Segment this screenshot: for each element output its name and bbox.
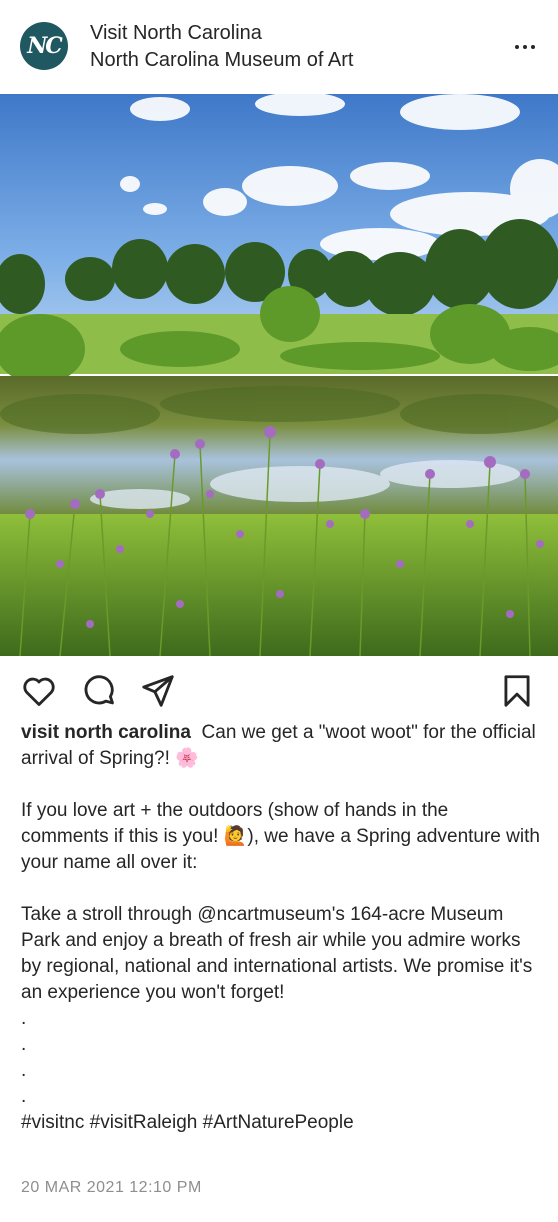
caption-dot: . <box>21 1086 27 1107</box>
comment-icon[interactable] <box>80 672 118 710</box>
caption-username[interactable]: visit north carolina <box>21 722 191 743</box>
caption-dot: . <box>21 1008 27 1029</box>
bookmark-icon[interactable] <box>498 672 536 710</box>
caption-dot: . <box>21 1060 27 1081</box>
post-actions <box>0 656 558 718</box>
avatar[interactable]: NC <box>20 22 68 70</box>
paper-plane-icon[interactable] <box>139 672 177 710</box>
account-info: Visit North Carolina North Carolina Muse… <box>90 20 353 74</box>
post-caption: visit north carolina Can we get a "woot … <box>21 720 541 1136</box>
account-name[interactable]: Visit North Carolina <box>90 20 353 47</box>
post-timestamp: 20 MAR 2021 12:10 PM <box>21 1179 202 1196</box>
caption-hashtags[interactable]: #visitnc #visitRaleigh #ArtNaturePeople <box>21 1110 541 1136</box>
heart-icon[interactable] <box>20 672 58 710</box>
more-options-icon[interactable] <box>510 32 540 62</box>
location-link[interactable]: North Carolina Museum of Art <box>90 47 353 74</box>
caption-para2: If you love art + the outdoors (show of … <box>21 800 540 873</box>
post-header: NC Visit North Carolina North Carolina M… <box>0 0 558 94</box>
caption-dot: . <box>21 1034 27 1055</box>
caption-para3: Take a stroll through @ncartmuseum's 164… <box>21 904 533 1003</box>
post-photo[interactable] <box>0 94 558 656</box>
